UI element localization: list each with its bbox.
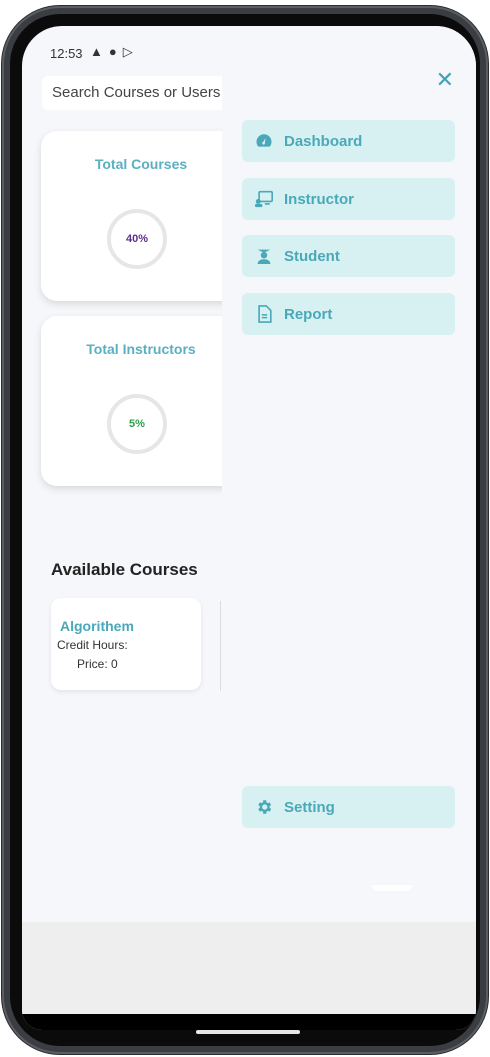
progress-ring: 40%	[107, 209, 167, 269]
bottom-area	[22, 922, 476, 1014]
stat-value: 40%	[125, 233, 149, 245]
course-price: Price: 0	[77, 657, 118, 671]
gear-icon	[254, 797, 274, 817]
app-screen: 12:53 ▲ ● ▷ 3G Search Courses or Users T…	[22, 26, 476, 1030]
drawer-item-label: Student	[284, 247, 340, 265]
drawer-decoration	[372, 885, 412, 891]
progress-ring: 5%	[107, 394, 167, 454]
course-credit-hours: Credit Hours:	[57, 638, 128, 652]
divider	[220, 601, 221, 691]
course-card[interactable]: Algorithem Credit Hours: Price: 0	[51, 598, 201, 690]
drawer-item-label: Setting	[284, 798, 335, 816]
stat-title: Total Courses	[94, 156, 188, 172]
dashboard-icon	[254, 131, 274, 151]
search-input[interactable]: Search Courses or Users	[42, 76, 232, 110]
drawer-item-label: Report	[284, 305, 333, 323]
status-notification-icons: ▲ ● ▷	[90, 44, 133, 60]
play-store-icon: ▷	[122, 44, 133, 59]
drawer-item-student[interactable]: Student	[242, 235, 455, 277]
alert-icon: ▲	[90, 44, 103, 59]
drawer-item-report[interactable]: Report	[242, 293, 455, 335]
drawer-item-label: Dashboard	[284, 132, 363, 150]
drawer-item-instructor[interactable]: Instructor	[242, 178, 455, 220]
stat-title: Total Instructors	[86, 341, 196, 357]
student-icon	[254, 246, 274, 266]
report-icon	[254, 304, 274, 324]
available-courses-title: Available Courses	[51, 560, 198, 579]
drawer-item-label: Instructor	[284, 190, 355, 208]
total-instructors-card[interactable]: Total Instructors 5%	[41, 316, 241, 486]
home-indicator[interactable]	[196, 1030, 300, 1034]
instructor-icon	[254, 189, 274, 209]
stat-value: 5%	[129, 418, 145, 430]
total-courses-card[interactable]: Total Courses 40%	[41, 131, 241, 301]
drawer-item-setting[interactable]: Setting	[242, 786, 455, 828]
status-time: 12:53	[50, 46, 83, 61]
close-icon[interactable]: ✕	[436, 68, 454, 92]
drawer-item-dashboard[interactable]: Dashboard	[242, 120, 455, 162]
course-name: Algorithem	[60, 618, 134, 634]
navigation-drawer: ✕ Dashboard Instructor Student Report Se…	[222, 26, 476, 922]
app-notification-icon: ●	[108, 44, 117, 59]
system-nav-bar	[22, 1014, 476, 1030]
